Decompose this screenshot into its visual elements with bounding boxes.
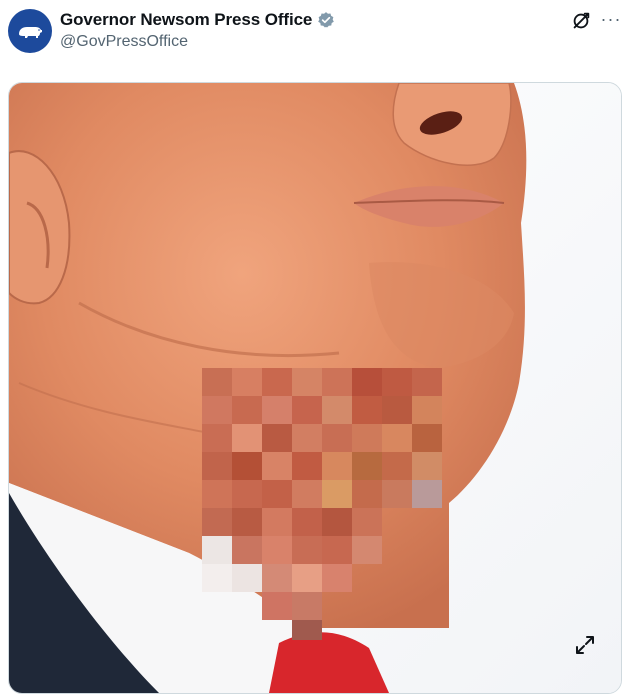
california-bear-logo [19, 27, 42, 38]
author-handle[interactable]: @GovPressOffice [60, 33, 188, 51]
verified-badge-icon [318, 12, 335, 28]
post-header: Governor Newsom Press Office @GovPressOf… [0, 0, 629, 80]
avatar[interactable] [8, 9, 52, 53]
author-name[interactable]: Governor Newsom Press Office [60, 10, 312, 30]
author-row: Governor Newsom Press Office [60, 10, 335, 30]
expand-icon[interactable] [573, 633, 597, 657]
more-options-icon[interactable]: ··· [600, 8, 622, 30]
post-image[interactable] [8, 82, 622, 694]
photo [9, 83, 621, 693]
grok-icon[interactable] [570, 10, 592, 32]
